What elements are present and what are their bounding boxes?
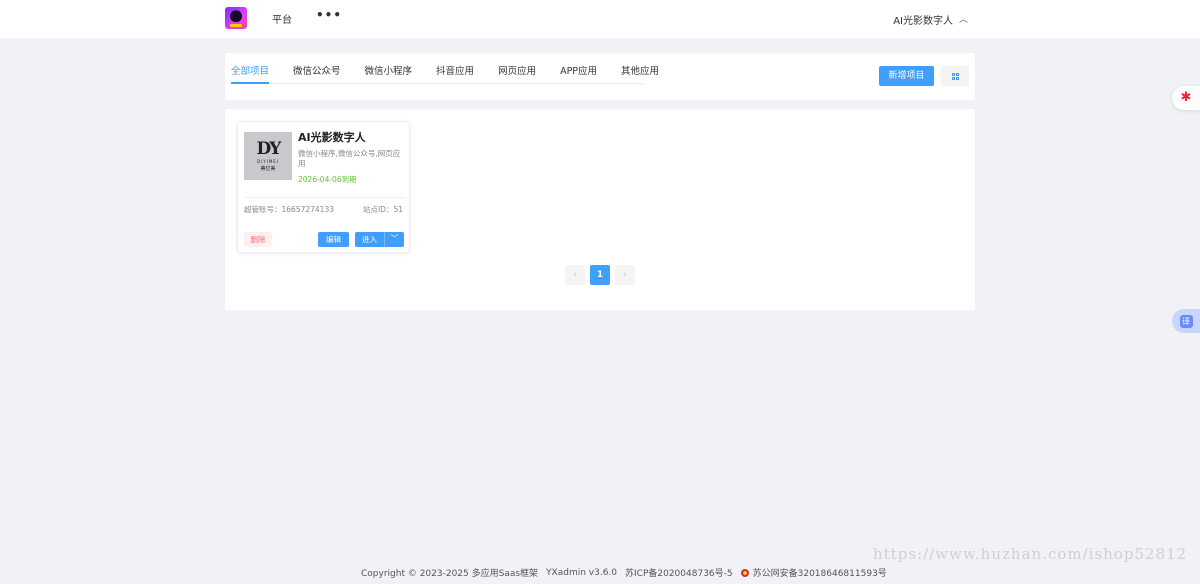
- footer-icp[interactable]: 苏ICP备2020048736号-5: [625, 566, 733, 579]
- project-title: AI光影数字人: [298, 131, 366, 144]
- project-filter-panel: 全部项目 微信公众号 微信小程序 抖音应用 网页应用 APP应用 其他应用 新增…: [225, 53, 975, 100]
- footer: Copyright © 2023-2025 多应用Saas框架 YXadmin …: [361, 566, 887, 580]
- translate-icon: 译: [1179, 314, 1193, 328]
- tab-app[interactable]: APP应用: [560, 66, 597, 84]
- tab-all-projects[interactable]: 全部项目: [231, 66, 270, 84]
- enter-button[interactable]: 进入: [355, 232, 384, 247]
- tab-douyin[interactable]: 抖音应用: [436, 66, 474, 84]
- floating-assistant-icon[interactable]: ✱: [1172, 86, 1200, 110]
- project-card: DY DIYIMEI 蒂亿美 AI光影数字人 微信小程序,微信公众号,网页应用 …: [237, 121, 410, 253]
- prev-page-button[interactable]: ‹: [565, 265, 585, 285]
- enter-button-group: 进入 ﹀: [355, 232, 404, 247]
- card-divider: [244, 197, 405, 198]
- top-navbar: 平台 ••• AI光影数字人 ︿: [0, 0, 1200, 38]
- tab-web[interactable]: 网页应用: [498, 66, 536, 84]
- project-logo: DY DIYIMEI 蒂亿美: [244, 132, 292, 180]
- project-tags: 微信小程序,微信公众号,网页应用: [298, 149, 401, 168]
- police-badge-icon: [740, 568, 749, 577]
- chevron-down-icon[interactable]: ﹀: [384, 232, 404, 247]
- footer-version: YXadmin v3.6.0: [546, 567, 618, 578]
- user-name: AI光影数字人: [893, 16, 953, 27]
- edit-button[interactable]: 编辑: [318, 232, 349, 247]
- footer-copyright: Copyright © 2023-2025 多应用Saas框架: [361, 569, 539, 579]
- project-logo-cn: 蒂亿美: [260, 165, 276, 172]
- grid-view-button[interactable]: [941, 66, 969, 86]
- app-logo[interactable]: [225, 7, 247, 29]
- add-project-button[interactable]: 新增项目: [879, 66, 934, 86]
- translate-button[interactable]: 译: [1172, 309, 1200, 333]
- grid-icon: [951, 72, 959, 80]
- delete-button[interactable]: 删除: [244, 232, 272, 247]
- project-logo-sub: DIYIMEI: [256, 158, 280, 164]
- chevron-up-icon: ︿: [958, 15, 968, 25]
- user-menu[interactable]: AI光影数字人 ︿: [893, 12, 968, 27]
- project-tabs: 全部项目 微信公众号 微信小程序 抖音应用 网页应用 APP应用 其他应用: [231, 66, 659, 84]
- watermark: https://www.huzhan.com/ishop52812: [873, 545, 1188, 563]
- pagination: ‹ 1 ›: [565, 265, 635, 285]
- nav-platform[interactable]: 平台: [272, 11, 292, 26]
- more-menu-icon[interactable]: •••: [316, 8, 342, 22]
- site-id: 站点ID：51: [362, 205, 403, 214]
- tab-wechat-miniprogram[interactable]: 微信小程序: [365, 66, 413, 84]
- tab-other[interactable]: 其他应用: [621, 66, 659, 84]
- next-page-button[interactable]: ›: [615, 265, 635, 285]
- project-expire-date: 2026-04-06到期: [298, 175, 357, 184]
- project-list-panel: DY DIYIMEI 蒂亿美 AI光影数字人 微信小程序,微信公众号,网页应用 …: [225, 109, 975, 310]
- tab-wechat-official[interactable]: 微信公众号: [293, 66, 341, 84]
- footer-police[interactable]: 苏公网安备32018646811593号: [753, 566, 887, 579]
- admin-account: 超管账号：16657274133: [244, 205, 334, 214]
- page-number-button[interactable]: 1: [590, 265, 610, 285]
- project-logo-mark: DY: [256, 138, 282, 159]
